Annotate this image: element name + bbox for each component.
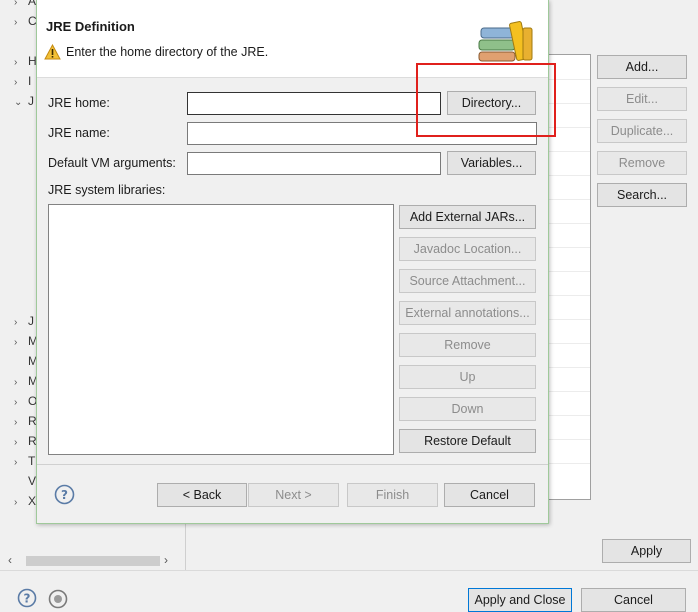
tree-item-label: T (28, 454, 36, 468)
chevron-right-icon[interactable]: › (14, 0, 28, 8)
duplicate-jre-button[interactable]: Duplicate... (597, 119, 687, 143)
vm-arguments-label: Default VM arguments: (48, 156, 176, 170)
settings-icon[interactable] (48, 589, 68, 609)
jre-name-label: JRE name: (48, 126, 110, 140)
source-attachment-button[interactable]: Source Attachment... (399, 269, 536, 293)
chevron-down-icon[interactable]: ⌄ (14, 97, 28, 108)
tree-item-label: I (28, 74, 32, 88)
chevron-right-icon[interactable]: › (14, 417, 28, 428)
next-button[interactable]: Next > (248, 483, 339, 507)
tree-item[interactable]: › O (14, 394, 37, 408)
tree-item-label: X (28, 494, 37, 508)
chevron-right-icon[interactable]: › (14, 497, 28, 508)
tree-item[interactable]: › C (14, 14, 37, 28)
chevron-right-icon[interactable]: › (14, 397, 28, 408)
finish-button[interactable]: Finish (347, 483, 438, 507)
back-button[interactable]: < Back (157, 483, 247, 507)
svg-text:?: ? (24, 592, 31, 606)
footer-separator (37, 464, 548, 465)
svg-text:?: ? (61, 488, 68, 502)
chevron-right-icon[interactable]: › (14, 317, 28, 328)
tree-item[interactable]: › M (14, 374, 38, 388)
tree-item-label: V (28, 474, 37, 488)
help-icon[interactable]: ? (54, 484, 75, 505)
edit-jre-button[interactable]: Edit... (597, 87, 687, 111)
tree-item[interactable]: › I (14, 74, 31, 88)
tree-item[interactable]: › T (14, 454, 35, 468)
search-jre-button[interactable]: Search... (597, 183, 687, 207)
tree-item[interactable]: ⌄ J (14, 94, 34, 108)
chevron-right-icon[interactable]: › (14, 17, 28, 28)
chevron-right-icon[interactable]: › (14, 77, 28, 88)
javadoc-location-button[interactable]: Javadoc Location... (399, 237, 536, 261)
tree-item[interactable]: › M (14, 334, 38, 348)
up-button[interactable]: Up (399, 365, 536, 389)
add-jre-button[interactable]: Add... (597, 55, 687, 79)
preferences-cancel-button[interactable]: Cancel (581, 588, 686, 612)
tree-item[interactable]: › R (14, 414, 37, 428)
dialog-cancel-button[interactable]: Cancel (444, 483, 535, 507)
restore-default-button[interactable]: Restore Default (399, 429, 536, 453)
tree-horizontal-scrollbar[interactable]: ‹ › (8, 552, 178, 570)
tree-item[interactable]: › R (14, 434, 37, 448)
system-libraries-list[interactable] (48, 204, 394, 455)
apply-and-close-button[interactable]: Apply and Close (468, 588, 572, 612)
chevron-right-icon[interactable]: › (164, 553, 168, 567)
chevron-right-icon[interactable]: › (14, 377, 28, 388)
jre-home-input[interactable] (187, 92, 441, 115)
help-icon[interactable]: ? (17, 588, 37, 608)
down-button[interactable]: Down (399, 397, 536, 421)
tree-item-label: A (28, 0, 37, 8)
tree-item[interactable]: M (14, 354, 38, 368)
remove-jre-button[interactable]: Remove (597, 151, 687, 175)
jre-home-label: JRE home: (48, 96, 110, 110)
chevron-right-icon[interactable]: › (14, 457, 28, 468)
tree-item[interactable]: V (14, 474, 36, 488)
add-external-jars-button[interactable]: Add External JARs... (399, 205, 536, 229)
chevron-right-icon[interactable]: › (14, 437, 28, 448)
tree-item[interactable]: › H (14, 54, 37, 68)
chevron-right-icon[interactable]: › (14, 337, 28, 348)
tree-item-label: J (28, 314, 34, 328)
tree-item[interactable]: › J (14, 314, 34, 328)
chevron-left-icon[interactable]: ‹ (8, 553, 12, 567)
variables-button[interactable]: Variables... (447, 151, 536, 175)
external-annotations-button[interactable]: External annotations... (399, 301, 536, 325)
jre-books-icon (478, 21, 533, 62)
preferences-bottom-bar: ? Apply and Close Cancel (0, 570, 698, 612)
dialog-title: JRE Definition (46, 19, 135, 34)
chevron-right-icon[interactable]: › (14, 57, 28, 68)
remove-library-button[interactable]: Remove (399, 333, 536, 357)
tree-item[interactable]: › A (14, 0, 36, 8)
dialog-message: Enter the home directory of the JRE. (66, 45, 269, 59)
apply-button[interactable]: Apply (602, 539, 691, 563)
tree-item[interactable]: › X (14, 494, 36, 508)
tree-item-label: J (28, 94, 34, 108)
warning-icon (44, 44, 61, 60)
highlight-box (416, 63, 556, 137)
vm-arguments-input[interactable] (187, 152, 441, 175)
system-libraries-label: JRE system libraries: (48, 183, 166, 197)
scrollbar-thumb[interactable] (26, 556, 160, 566)
